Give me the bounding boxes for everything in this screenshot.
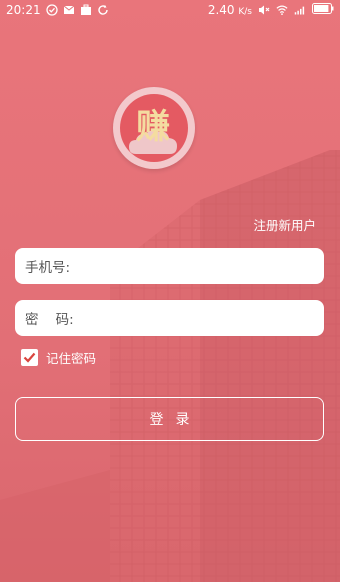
app-logo-inner: 赚 — [120, 94, 188, 162]
password-label: 密 码: — [25, 312, 74, 328]
signal-icon — [294, 4, 306, 16]
phone-field[interactable]: 手机号: — [15, 248, 324, 284]
app-logo: 赚 — [113, 87, 195, 169]
checkmark-icon — [23, 352, 36, 363]
remember-checkbox[interactable] — [21, 349, 38, 366]
status-time: 20:21 — [6, 3, 41, 17]
password-field[interactable]: 密 码: — [15, 300, 324, 336]
battery-icon — [312, 3, 334, 17]
wifi-icon — [276, 4, 288, 16]
logo-cloud-icon: 赚 — [129, 107, 177, 154]
logo-glyph: 赚 — [136, 107, 170, 147]
register-link[interactable]: 注册新用户 — [253, 215, 316, 234]
sync-icon — [97, 4, 109, 16]
briefcase-icon — [80, 4, 92, 16]
check-circle-icon — [45, 4, 58, 16]
mute-icon — [258, 4, 270, 16]
login-button[interactable]: 登录 — [15, 397, 324, 441]
mail-icon — [63, 4, 75, 16]
network-speed: 2.40 K/s — [207, 3, 252, 17]
status-bar: 20:21 2.40 K/s — [0, 0, 340, 22]
password-input[interactable] — [77, 309, 324, 327]
phone-label: 手机号: — [25, 260, 71, 276]
remember-label: 记住密码 — [46, 351, 97, 366]
remember-password[interactable]: 记住密码 — [21, 348, 96, 367]
phone-input[interactable] — [74, 257, 324, 275]
background-building-image — [0, 150, 340, 582]
